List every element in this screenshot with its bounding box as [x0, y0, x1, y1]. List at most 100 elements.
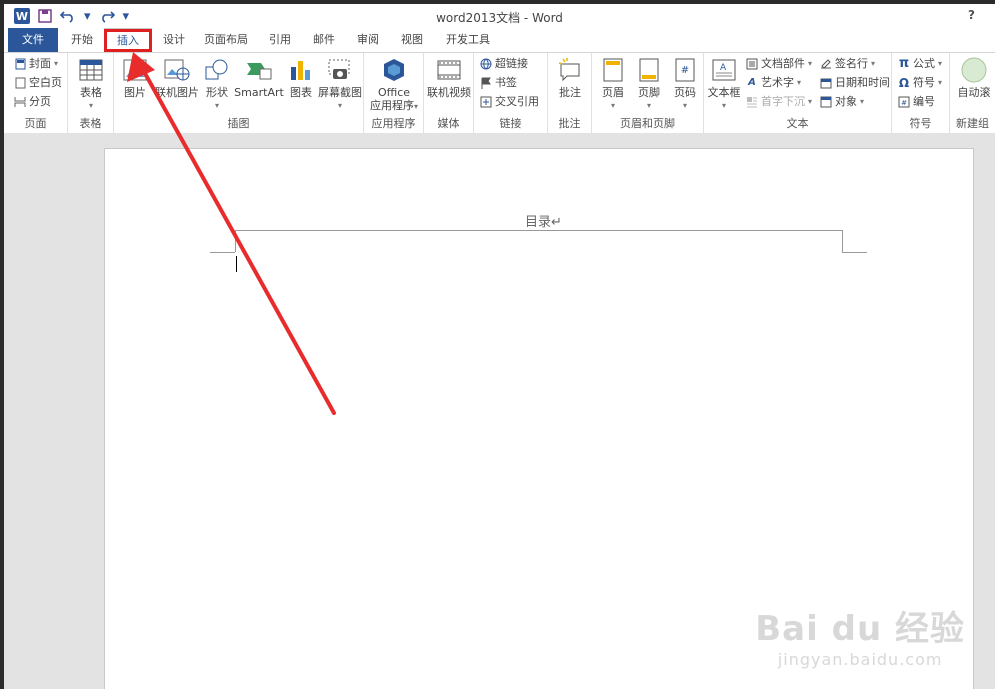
footer-icon [636, 57, 662, 83]
group-label-links: 链接 [499, 117, 522, 130]
group-links: 超链接 书签 交叉引用 链接 [474, 53, 548, 133]
auto-scroll-icon [961, 57, 987, 83]
word-window: W ▾ ▾ word2013文档 - Word ? 文件 开始 插入 设计 页面… [4, 4, 995, 689]
object-icon [820, 96, 832, 108]
group-symbols: π 公式 ▾ Ω 符号 ▾ # 编号 符号 [892, 53, 950, 133]
equation-button[interactable]: π 公式 ▾ [898, 55, 942, 73]
screenshot-icon [327, 57, 353, 83]
annotation-highlight-box [104, 29, 152, 52]
group-label-text: 文本 [786, 117, 809, 130]
cross-reference-button[interactable]: 交叉引用 [480, 93, 539, 111]
group-tables: 表格 ▾ 表格 [68, 53, 114, 133]
header-button[interactable]: 页眉 ▾ [596, 57, 630, 112]
group-new: 自动滚 新建组 [950, 53, 995, 133]
help-button[interactable]: ? [968, 8, 975, 22]
table-icon [78, 57, 104, 83]
video-icon [436, 57, 462, 83]
hyperlink-icon [480, 58, 492, 70]
tab-page-layout[interactable]: 页面布局 [198, 28, 254, 52]
tab-developer[interactable]: 开发工具 [440, 28, 496, 52]
margin-mark-left-h [210, 252, 235, 253]
ribbon-insert: 封面 ▾ 空白页 分页 页面 表格 ▾ 表格 图片 联机图片 形状 ▾ Smar… [4, 52, 995, 134]
smartart-button[interactable]: SmartArt [234, 57, 284, 99]
shapes-icon [204, 57, 230, 83]
group-label-pages: 页面 [24, 117, 47, 130]
footer-button[interactable]: 页脚 ▾ [632, 57, 666, 112]
chart-button[interactable]: 图表 [286, 57, 316, 99]
blank-page-button[interactable]: 空白页 [14, 74, 62, 92]
chart-icon [288, 57, 314, 83]
group-label-media: 媒体 [437, 117, 460, 130]
office-store-icon [381, 57, 407, 83]
tab-view[interactable]: 视图 [394, 28, 430, 52]
omega-icon: Ω [898, 76, 910, 90]
tab-references[interactable]: 引用 [262, 28, 298, 52]
group-header-footer: 页眉 ▾ 页脚 ▾ # 页码 ▾ 页眉和页脚 [592, 53, 704, 133]
signature-line-icon [820, 58, 832, 70]
group-media: 联机视频 媒体 [424, 53, 474, 133]
wordart-button[interactable]: A 艺术字 ▾ [746, 74, 801, 92]
cover-page-icon [14, 58, 26, 70]
screenshot-button[interactable]: 屏幕截图 ▾ [318, 57, 362, 112]
header-icon [600, 57, 626, 83]
page-number-icon: # [672, 57, 698, 83]
baidu-watermark: Bai du 经验 jingyan.baidu.com [755, 609, 965, 669]
group-label-comments: 批注 [558, 117, 581, 130]
tab-design[interactable]: 设计 [156, 28, 192, 52]
new-comment-icon [557, 57, 583, 83]
group-pages: 封面 ▾ 空白页 分页 页面 [4, 53, 68, 133]
symbol-button[interactable]: Ω 符号 ▾ [898, 74, 942, 92]
page-break-button[interactable]: 分页 [14, 93, 51, 111]
margin-mark-left [235, 230, 236, 252]
online-picture-button[interactable]: 联机图片 [154, 57, 200, 99]
group-text: A 文本框 ▾ 文档部件 ▾ A 艺术字 ▾ 首字下沉 ▾ 签名行 ▾ 日期和时间 [704, 53, 892, 133]
table-button[interactable]: 表格 ▾ [76, 57, 106, 112]
numbering-icon: # [898, 96, 910, 108]
bookmark-button[interactable]: 书签 [480, 74, 517, 92]
picture-button[interactable]: 图片 [118, 57, 152, 99]
cover-page-button[interactable]: 封面 ▾ [14, 55, 58, 73]
group-comments: 批注 批注 [548, 53, 592, 133]
wordart-icon: A [748, 77, 756, 88]
comment-button[interactable]: 批注 [554, 57, 586, 99]
title-bar: W ▾ ▾ word2013文档 - Word ? [4, 4, 995, 28]
drop-cap-button[interactable]: 首字下沉 ▾ [746, 93, 812, 111]
group-illustrations: 图片 联机图片 形状 ▾ SmartArt 图表 屏幕截图 ▾ 插图 [114, 53, 364, 133]
shapes-button[interactable]: 形状 ▾ [202, 57, 232, 112]
page-number-button[interactable]: # 页码 ▾ [668, 57, 702, 112]
online-picture-icon [164, 57, 190, 83]
group-label-tables: 表格 [79, 117, 102, 130]
online-video-button[interactable]: 联机视频 [426, 57, 472, 99]
document-area[interactable]: 目录↵ Bai du 经验 jingyan.baidu.com [4, 133, 995, 689]
smartart-icon [246, 57, 272, 83]
tab-mailings[interactable]: 邮件 [306, 28, 342, 52]
office-apps-button[interactable]: Office 应用程序▾ [368, 57, 420, 113]
numbering-button[interactable]: # 编号 [898, 93, 935, 111]
tab-home[interactable]: 开始 [62, 28, 102, 52]
drop-cap-icon [746, 96, 758, 108]
margin-mark-right-h [842, 252, 867, 253]
page-header-text[interactable]: 目录↵ [525, 211, 562, 230]
cross-reference-icon [480, 96, 492, 108]
blank-page-icon [14, 77, 26, 89]
quick-parts-icon [746, 58, 758, 70]
tab-file[interactable]: 文件 [8, 28, 58, 52]
svg-text:A: A [720, 63, 727, 73]
window-title: word2013文档 - Word [436, 11, 563, 25]
auto-scroll-button[interactable]: 自动滚 [954, 57, 994, 99]
group-label-symbols: 符号 [909, 117, 932, 130]
object-button[interactable]: 对象 ▾ [820, 93, 864, 111]
group-apps: Office 应用程序▾ 应用程序 [364, 53, 424, 133]
hyperlink-button[interactable]: 超链接 [480, 55, 528, 73]
text-box-button[interactable]: A 文本框 ▾ [706, 57, 742, 112]
quick-parts-button[interactable]: 文档部件 ▾ [746, 55, 812, 73]
text-cursor [236, 256, 237, 272]
tab-review[interactable]: 审阅 [350, 28, 386, 52]
signature-line-button[interactable]: 签名行 ▾ [820, 55, 875, 73]
group-label-new: 新建组 [956, 117, 989, 130]
svg-text:#: # [901, 99, 907, 107]
date-time-button[interactable]: 日期和时间 [820, 74, 890, 92]
page-break-icon [14, 96, 26, 108]
ribbon-tabs: 文件 开始 插入 设计 页面布局 引用 邮件 审阅 视图 开发工具 [4, 28, 995, 52]
bookmark-icon [480, 77, 492, 89]
